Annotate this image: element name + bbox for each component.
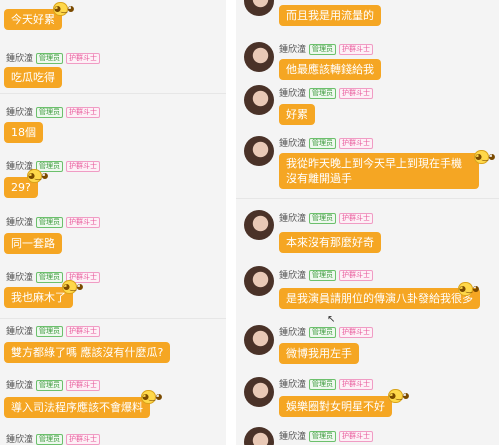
username: 鍾欣潼	[279, 44, 307, 55]
divider	[0, 93, 226, 94]
message-bubble: 吃瓜吃得	[4, 67, 62, 88]
message-meta: 鍾欣潼 管理员 护群斗士	[279, 88, 374, 99]
username: 鍾欣潼	[6, 434, 34, 445]
username: 鍾欣潼	[279, 88, 307, 99]
panel-gap	[226, 0, 236, 445]
message-meta: 鍾欣潼 管理员 护群斗士	[279, 431, 374, 442]
message-meta: 鍾欣潼 管理员 护群斗士	[6, 107, 101, 118]
user-avatar[interactable]	[244, 0, 274, 16]
divider	[0, 318, 226, 319]
message-meta: 鍾欣潼 管理员 护群斗士	[279, 138, 374, 149]
user-avatar[interactable]	[244, 325, 274, 355]
user-avatar[interactable]	[244, 266, 274, 296]
user-avatar[interactable]	[244, 377, 274, 407]
message-bubble: 他最應該轉錢給我	[279, 59, 381, 80]
message-meta: 鍾欣潼 管理员 护群斗士	[279, 327, 374, 338]
admin-badge: 管理员	[309, 379, 337, 390]
user-avatar[interactable]	[244, 427, 274, 445]
guard-badge: 护群斗士	[66, 107, 101, 118]
guard-badge: 护群斗士	[66, 161, 101, 172]
guard-badge: 护群斗士	[66, 53, 101, 64]
message-meta: 鍾欣潼 管理员 护群斗士	[6, 161, 101, 172]
username: 鍾欣潼	[6, 217, 34, 228]
message-meta: 鍾欣潼 管理员 护群斗士	[6, 53, 101, 64]
guard-badge: 护群斗士	[66, 326, 101, 337]
username: 鍾欣潼	[279, 270, 307, 281]
message-meta: 鍾欣潼 管理员 护群斗士	[6, 326, 101, 337]
admin-badge: 管理员	[36, 53, 64, 64]
username: 鍾欣潼	[6, 107, 34, 118]
username: 鍾欣潼	[6, 326, 34, 337]
smiley-face-icon: ◕‿◕	[62, 280, 83, 294]
guard-badge: 护群斗士	[66, 380, 101, 391]
message-bubble: 雙方都綠了嗎 應該沒有什麼瓜?	[4, 342, 171, 363]
guard-badge: 护群斗士	[339, 379, 374, 390]
user-avatar[interactable]	[244, 210, 274, 240]
message-bubble: 本來沒有那麼好奇	[279, 232, 381, 253]
message-meta: 鍾欣潼 管理员 护群斗士	[6, 217, 101, 228]
user-avatar[interactable]	[244, 42, 274, 72]
right-chat-panel: 而且我是用流量的 鍾欣潼 管理员 护群斗士 他最應該轉錢給我 鍾欣潼 管理员 护…	[236, 0, 499, 445]
username: 鍾欣潼	[279, 327, 307, 338]
username: 鍾欣潼	[279, 431, 307, 442]
user-avatar[interactable]	[244, 85, 274, 115]
guard-badge: 护群斗士	[339, 431, 374, 442]
guard-badge: 护群斗士	[339, 88, 374, 99]
smiley-face-icon: ◕‿◕	[474, 150, 495, 164]
admin-badge: 管理员	[309, 44, 337, 55]
guard-badge: 护群斗士	[339, 138, 374, 149]
admin-badge: 管理员	[36, 272, 64, 283]
username: 鍾欣潼	[279, 138, 307, 149]
admin-badge: 管理员	[36, 326, 64, 337]
message-meta: 鍾欣潼 管理员 护群斗士	[6, 272, 101, 283]
message-meta: 鍾欣潼 管理员 护群斗士	[279, 270, 374, 281]
admin-badge: 管理员	[36, 380, 64, 391]
divider	[236, 198, 499, 199]
admin-badge: 管理员	[36, 434, 64, 445]
admin-badge: 管理员	[309, 431, 337, 442]
admin-badge: 管理员	[309, 88, 337, 99]
admin-badge: 管理员	[309, 270, 337, 281]
username: 鍾欣潼	[6, 272, 34, 283]
message-bubble: 微博我用左手	[279, 343, 359, 364]
guard-badge: 护群斗士	[66, 217, 101, 228]
smiley-face-icon: ◕‿◕	[458, 282, 479, 296]
username: 鍾欣潼	[279, 379, 307, 390]
message-bubble: 而且我是用流量的	[279, 5, 381, 26]
user-avatar[interactable]	[244, 136, 274, 166]
message-bubble: 同一套路	[4, 233, 62, 254]
left-chat-panel: 今天好累 ◕‿◕ 鍾欣潼 管理员 护群斗士 吃瓜吃得 鍾欣潼 管理员 护群斗士 …	[0, 0, 226, 445]
smiley-face-icon: ◕‿◕	[27, 169, 48, 183]
message-bubble: 導入司法程序應該不會爆料	[4, 397, 150, 418]
message-meta: 鍾欣潼 管理员 护群斗士	[279, 379, 374, 390]
guard-badge: 护群斗士	[339, 44, 374, 55]
message-bubble: 18個	[4, 122, 43, 143]
username: 鍾欣潼	[6, 53, 34, 64]
guard-badge: 护群斗士	[339, 213, 374, 224]
smiley-face-icon: ◕‿◕	[141, 390, 162, 404]
message-meta: 鍾欣潼 管理员 护群斗士	[6, 434, 101, 445]
message-meta: 鍾欣潼 管理员 护群斗士	[6, 380, 101, 391]
smiley-face-icon: ◕‿◕	[53, 2, 74, 16]
smiley-face-icon: ◕‿◕	[388, 389, 409, 403]
admin-badge: 管理员	[36, 217, 64, 228]
message-bubble: 是我演員請朋位的傳演八卦發給我很多	[279, 288, 480, 309]
message-bubble: 我從昨天晚上到今天早上到現在手機沒有離開過手	[279, 153, 479, 189]
username: 鍾欣潼	[6, 380, 34, 391]
guard-badge: 护群斗士	[339, 270, 374, 281]
message-meta: 鍾欣潼 管理员 护群斗士	[279, 44, 374, 55]
admin-badge: 管理员	[309, 327, 337, 338]
guard-badge: 护群斗士	[339, 327, 374, 338]
admin-badge: 管理员	[309, 138, 337, 149]
message-meta: 鍾欣潼 管理员 护群斗士	[279, 213, 374, 224]
username: 鍾欣潼	[279, 213, 307, 224]
mouse-cursor-icon: ↖	[327, 314, 336, 325]
admin-badge: 管理员	[36, 107, 64, 118]
guard-badge: 护群斗士	[66, 434, 101, 445]
admin-badge: 管理员	[309, 213, 337, 224]
message-bubble: 好累	[279, 104, 315, 125]
message-bubble: 娛樂圈對女明星不好	[279, 396, 392, 417]
